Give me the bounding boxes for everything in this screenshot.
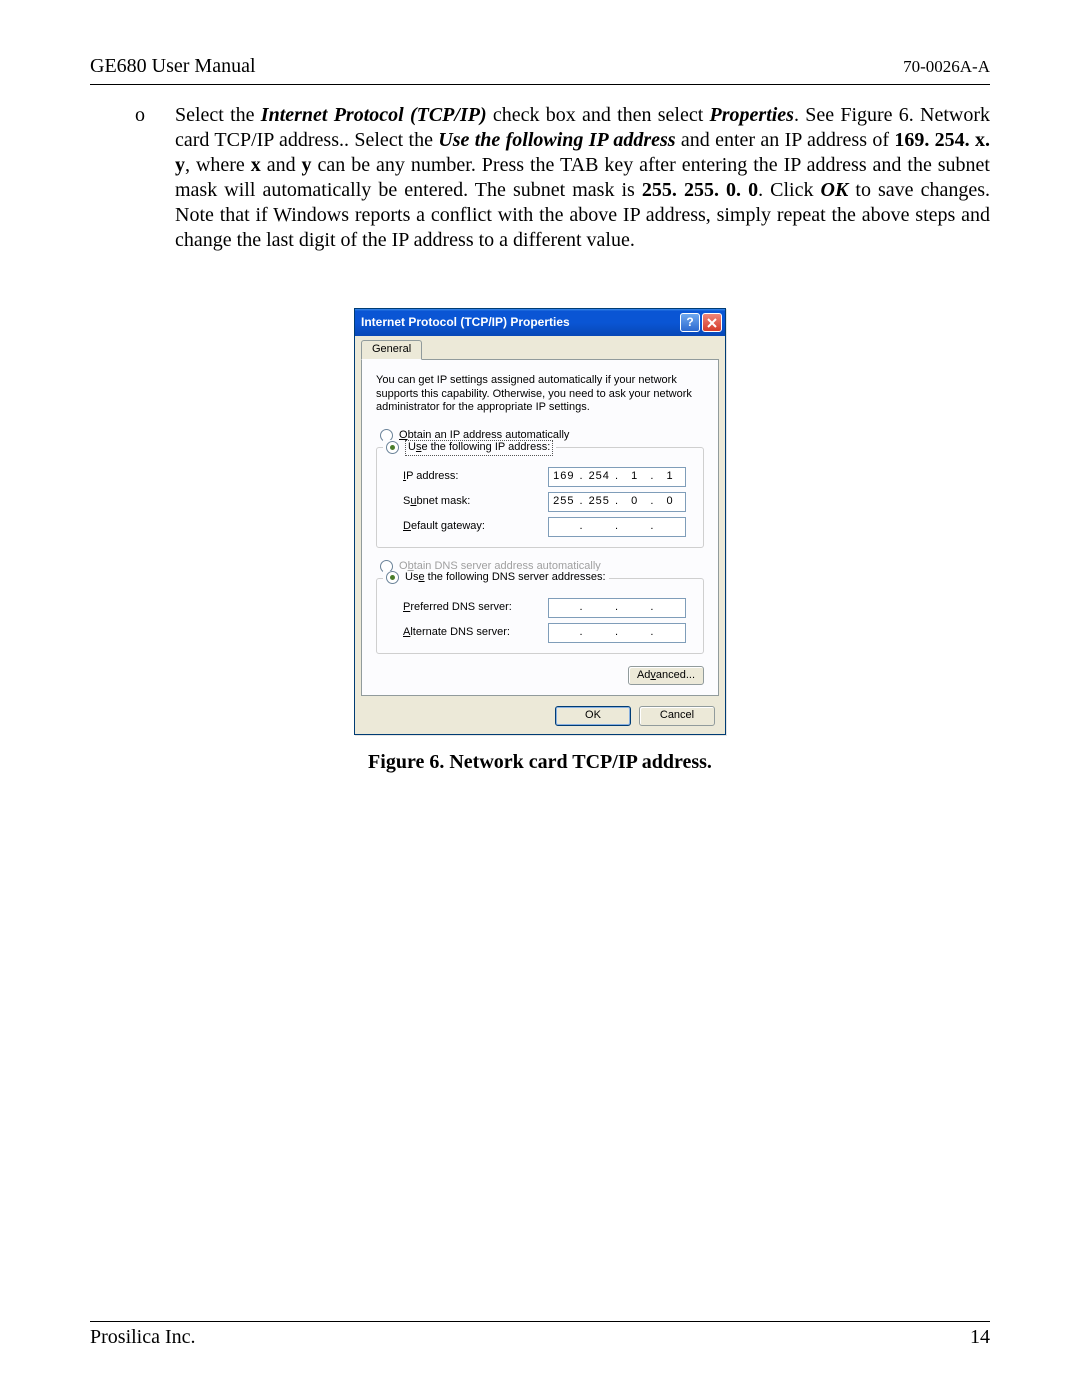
radio-use-following-dns[interactable] bbox=[386, 571, 399, 584]
tcpip-properties-dialog: Internet Protocol (TCP/IP) Properties ? … bbox=[354, 308, 726, 735]
dialog-description: You can get IP settings assigned automat… bbox=[376, 374, 704, 415]
doc-code: 70-0026A-A bbox=[903, 57, 990, 77]
ip-address-group: Use the following IP address: IP address… bbox=[376, 447, 704, 548]
subnet-mask-input[interactable]: 255. 255. 0. 0 bbox=[548, 492, 686, 512]
ip-address-label: IP address: bbox=[403, 470, 548, 484]
ok-button[interactable]: OK bbox=[555, 706, 631, 726]
page-number: 14 bbox=[970, 1326, 990, 1349]
page-footer: Prosilica Inc. 14 bbox=[90, 1321, 990, 1349]
close-button[interactable] bbox=[702, 313, 722, 332]
preferred-dns-input[interactable]: . . . bbox=[548, 598, 686, 618]
help-button[interactable]: ? bbox=[680, 313, 700, 332]
subnet-mask-label: Subnet mask: bbox=[403, 495, 548, 509]
tab-general[interactable]: General bbox=[361, 340, 422, 360]
dns-group: Use the following DNS server addresses: … bbox=[376, 578, 704, 654]
manual-title: GE680 User Manual bbox=[90, 55, 256, 78]
alternate-dns-label: Alternate DNS server: bbox=[403, 626, 548, 640]
list-text: Select the Internet Protocol (TCP/IP) ch… bbox=[175, 103, 990, 253]
dialog-title: Internet Protocol (TCP/IP) Properties bbox=[361, 315, 570, 330]
default-gateway-label: Default gateway: bbox=[403, 520, 548, 534]
content-area: o Select the Internet Protocol (TCP/IP) … bbox=[90, 85, 990, 775]
radio-use-following-ip[interactable] bbox=[386, 441, 399, 454]
default-gateway-input[interactable]: . . . bbox=[548, 517, 686, 537]
radio-use-following-ip-label: Use the following IP address: bbox=[405, 440, 553, 456]
company-name: Prosilica Inc. bbox=[90, 1326, 196, 1349]
help-icon: ? bbox=[686, 315, 693, 330]
tab-body: You can get IP settings assigned automat… bbox=[361, 359, 719, 697]
radio-use-following-dns-label: Use the following DNS server addresses: bbox=[405, 571, 606, 585]
list-item: o Select the Internet Protocol (TCP/IP) … bbox=[90, 103, 990, 253]
alternate-dns-input[interactable]: . . . bbox=[548, 623, 686, 643]
dialog-titlebar[interactable]: Internet Protocol (TCP/IP) Properties ? bbox=[355, 309, 725, 336]
close-icon bbox=[707, 318, 717, 328]
figure-caption: Figure 6. Network card TCP/IP address. bbox=[90, 750, 990, 775]
advanced-button[interactable]: Advanced... bbox=[628, 666, 704, 686]
cancel-button[interactable]: Cancel bbox=[639, 706, 715, 726]
preferred-dns-label: Preferred DNS server: bbox=[403, 601, 548, 615]
ip-address-input[interactable]: 169. 254. 1. 1 bbox=[548, 467, 686, 487]
list-bullet: o bbox=[90, 103, 175, 253]
page-header: GE680 User Manual 70-0026A-A bbox=[90, 55, 990, 84]
